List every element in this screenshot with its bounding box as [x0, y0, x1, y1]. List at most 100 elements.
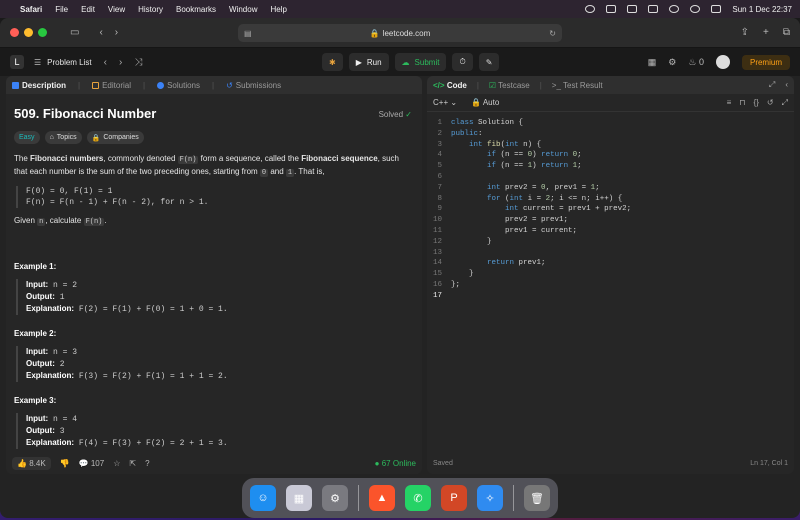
- prev-problem-icon[interactable]: ‹: [104, 57, 107, 68]
- menu-history[interactable]: History: [138, 5, 163, 14]
- share-icon[interactable]: ⇪: [741, 27, 749, 38]
- menu-help[interactable]: Help: [270, 5, 286, 14]
- page-settings-icon[interactable]: ▤: [244, 29, 252, 38]
- language-select[interactable]: C++ ⌄: [433, 98, 457, 107]
- code-line[interactable]: 14 return prev1;: [427, 258, 794, 269]
- tab-description[interactable]: Description: [12, 81, 66, 90]
- comments-button[interactable]: 💬 107: [79, 459, 105, 468]
- collapse-icon[interactable]: ‹: [785, 80, 788, 90]
- reload-icon[interactable]: ↻: [549, 29, 556, 38]
- help-button[interactable]: ?: [145, 459, 149, 468]
- leetcode-logo-icon[interactable]: L: [10, 55, 24, 69]
- example-input: n = 4: [53, 415, 78, 424]
- code-line[interactable]: 3 int fib(int n) {: [427, 140, 794, 151]
- brave-browser-icon[interactable]: ▲: [369, 485, 395, 511]
- system-settings-icon[interactable]: ⚙: [322, 485, 348, 511]
- back-icon[interactable]: ‹: [99, 27, 102, 38]
- format-icon[interactable]: ≡: [727, 98, 732, 108]
- menu-file[interactable]: File: [55, 5, 68, 14]
- control-center-icon[interactable]: [711, 5, 722, 13]
- auto-mode[interactable]: 🔒 Auto: [471, 98, 499, 107]
- menu-app-safari[interactable]: Safari: [20, 5, 42, 14]
- code-line[interactable]: 4 if (n == 0) return 0;: [427, 150, 794, 161]
- shuffle-icon[interactable]: ⤨: [134, 57, 142, 68]
- problem-list-icon[interactable]: ☰: [34, 58, 41, 67]
- share-button[interactable]: ⇱: [129, 459, 136, 468]
- solved-status: Solved ✓: [379, 110, 412, 119]
- new-tab-icon[interactable]: +: [763, 27, 769, 38]
- wifi-icon[interactable]: [669, 5, 680, 13]
- menubar-datetime[interactable]: Sun 1 Dec 22:37: [732, 5, 792, 14]
- message-icon[interactable]: [606, 5, 617, 13]
- bookmark-icon[interactable]: ⊓: [739, 98, 745, 108]
- code-line[interactable]: 15 }: [427, 269, 794, 280]
- code-editor[interactable]: 1 class Solution {2 public: 3 int fib(int n…: [427, 118, 794, 302]
- menu-bookmarks[interactable]: Bookmarks: [176, 5, 216, 14]
- fullscreen-icon[interactable]: ⤢: [782, 98, 788, 108]
- address-bar[interactable]: ▤ 🔒 leetcode.com ↻: [238, 24, 562, 42]
- powerpoint-icon[interactable]: P: [441, 485, 467, 511]
- headphones-icon[interactable]: [585, 5, 596, 13]
- favorite-button[interactable]: ☆: [113, 459, 120, 468]
- sidebar-toggle-icon[interactable]: ▭: [70, 27, 79, 38]
- settings-gear-icon[interactable]: ⚙: [668, 57, 676, 68]
- text-run: , calculate: [45, 216, 84, 225]
- notes-button[interactable]: ✎: [478, 53, 500, 71]
- run-button[interactable]: ▶ Run: [348, 53, 389, 71]
- companies-chip[interactable]: 🔒 Companies: [86, 131, 144, 144]
- dislike-button[interactable]: 👎: [60, 459, 70, 468]
- tab-solutions[interactable]: Solutions: [157, 81, 200, 90]
- braces-icon[interactable]: {}: [754, 98, 759, 108]
- minimize-window-button[interactable]: [24, 28, 33, 37]
- code-line[interactable]: 17: [427, 291, 794, 302]
- finder-icon[interactable]: ☺: [250, 485, 276, 511]
- reset-icon[interactable]: ↺: [767, 98, 774, 108]
- code-line[interactable]: 11 prev1 = current;: [427, 226, 794, 237]
- tab-test-result[interactable]: >_ Test Result: [552, 81, 603, 90]
- zoom-window-button[interactable]: [38, 28, 47, 37]
- next-problem-icon[interactable]: ›: [119, 57, 122, 68]
- search-icon[interactable]: [690, 5, 701, 13]
- code-line[interactable]: 16};: [427, 280, 794, 291]
- problem-list-link[interactable]: Problem List: [47, 58, 91, 67]
- code-line[interactable]: 10 prev2 = prev1;: [427, 215, 794, 226]
- tab-overview-icon[interactable]: ⧉: [783, 27, 790, 38]
- debug-button[interactable]: ✱: [322, 53, 343, 71]
- battery-icon[interactable]: [648, 5, 659, 13]
- tab-testcase[interactable]: ☑ Testcase: [489, 81, 530, 90]
- tab-submissions[interactable]: ↺ Submissions: [226, 81, 281, 90]
- close-window-button[interactable]: [10, 28, 19, 37]
- code-line[interactable]: 8 for (int i = 2; i <= n; i++) {: [427, 194, 794, 205]
- tab-code[interactable]: </> Code: [433, 81, 467, 90]
- expand-icon[interactable]: ⤢: [769, 80, 775, 90]
- code-line[interactable]: 1 class Solution {: [427, 118, 794, 129]
- trash-icon[interactable]: 🗑: [524, 485, 550, 511]
- whatsapp-icon[interactable]: ✆: [405, 485, 431, 511]
- timer-button[interactable]: ⏱: [452, 53, 473, 71]
- problem-title[interactable]: 509. Fibonacci Number: [14, 106, 156, 121]
- code-line[interactable]: 2 public:: [427, 129, 794, 140]
- code-line[interactable]: 5 if (n == 1) return 1;: [427, 161, 794, 172]
- avatar[interactable]: [715, 55, 730, 69]
- premium-button[interactable]: Premium: [741, 54, 790, 70]
- like-button[interactable]: 👍 8.4K: [12, 456, 51, 470]
- code-line[interactable]: 13: [427, 248, 794, 259]
- safari-icon[interactable]: ✧: [477, 485, 503, 511]
- submit-button[interactable]: ☁ Submit: [394, 53, 447, 71]
- code-line[interactable]: 9 int current = prev1 + prev2;: [427, 204, 794, 215]
- layout-icon[interactable]: ▦: [648, 57, 657, 68]
- code-line[interactable]: 6: [427, 172, 794, 183]
- menu-edit[interactable]: Edit: [81, 5, 95, 14]
- tab-divider: |: [212, 80, 215, 90]
- launchpad-icon[interactable]: ▦: [286, 485, 312, 511]
- menu-window[interactable]: Window: [229, 5, 257, 14]
- topics-chip[interactable]: ⌂ Topics: [44, 131, 82, 144]
- code-line[interactable]: 12 }: [427, 237, 794, 248]
- tab-editorial[interactable]: Editorial: [92, 81, 131, 90]
- menu-view[interactable]: View: [108, 5, 125, 14]
- streak-counter[interactable]: ♨ 0: [688, 57, 704, 68]
- url-text[interactable]: leetcode.com: [383, 29, 431, 38]
- screen-mirror-icon[interactable]: [627, 5, 638, 13]
- code-line[interactable]: 7 int prev2 = 0, prev1 = 1;: [427, 183, 794, 194]
- forward-icon[interactable]: ›: [115, 27, 118, 38]
